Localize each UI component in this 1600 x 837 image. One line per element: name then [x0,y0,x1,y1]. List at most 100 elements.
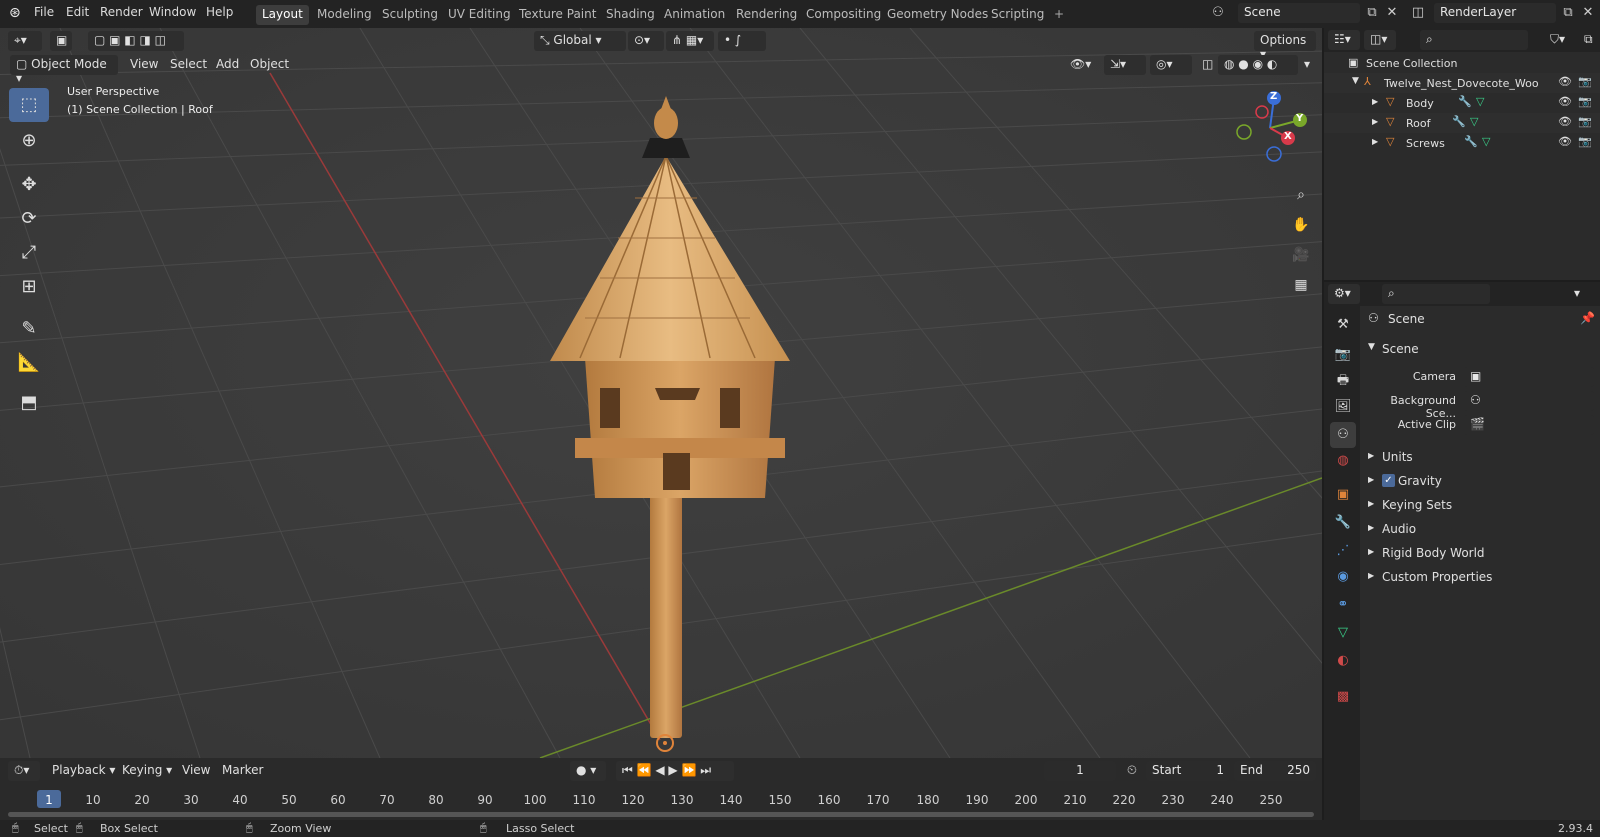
rotate-tool-icon[interactable]: ⟳ [9,202,49,236]
scene-panel-header[interactable]: ▼ Scene [1360,338,1598,360]
menu-window[interactable]: Window [149,5,196,19]
transform-tool-icon[interactable]: ⊞ [9,270,49,304]
constraints-tab-icon[interactable]: ⚭ [1330,592,1356,618]
tab-animation[interactable]: Animation [658,5,731,25]
world-tab-icon[interactable]: ◍ [1330,448,1356,474]
timeline-editor-icon[interactable]: ⏱▾ [8,761,40,781]
outliner-search-input[interactable]: ⌕ [1420,30,1528,50]
modifier-icon[interactable]: 🔧 [1452,115,1466,128]
mesh-data-icon[interactable]: ▽ [1476,95,1484,108]
active-clip-field[interactable]: 🎬 [1464,415,1594,435]
blender-logo-icon[interactable]: ⊛ [9,5,21,21]
outliner-row-screws[interactable]: ▶ ▽ Screws 🔧 ▽ 👁 📷 [1324,133,1600,153]
render-visibility-icon[interactable]: 📷 [1578,115,1592,128]
menu-file[interactable]: File [34,5,54,19]
properties-options-icon[interactable]: ▾ [1568,284,1586,304]
modifier-icon[interactable]: 🔧 [1464,135,1478,148]
snap-icon[interactable]: ⋔ ▦▾ [666,31,714,51]
tab-sculpting[interactable]: Sculpting [376,5,444,25]
menu-playback[interactable]: Playback ▾ [46,761,121,781]
tab-shading[interactable]: Shading [600,5,661,25]
annotate-tool-icon[interactable]: ✎ [9,312,49,346]
gizmo-toggle-icon[interactable]: ⇲▾ [1104,55,1146,75]
menu-keying[interactable]: Keying ▾ [116,761,178,781]
properties-editor-icon[interactable]: ⚙▾ [1328,284,1360,304]
output-tab-icon[interactable]: 🖶 [1330,368,1356,394]
delete-view-layer-icon[interactable]: ✕ [1578,3,1598,23]
render-visibility-icon[interactable]: 📷 [1578,135,1592,148]
scene-tab-icon[interactable]: ⚇ [1330,422,1356,448]
tab-rendering[interactable]: Rendering [730,5,803,25]
outliner-editor-icon[interactable]: ☷▾ [1328,30,1360,50]
current-frame-field[interactable]: 1 [1044,761,1116,781]
physics-tab-icon[interactable]: ◉ [1330,564,1356,590]
selection-mode-icons[interactable]: ▢ ▣ ◧ ◨ ◫ [88,31,184,51]
gravity-panel[interactable]: ▶ ✓ Gravity [1360,470,1598,492]
menu-select[interactable]: Select [164,55,213,75]
new-view-layer-icon[interactable]: ⧉ [1558,3,1578,23]
modifier-icon[interactable]: 🔧 [1458,95,1472,108]
outliner-row-scene-collection[interactable]: ▣ Scene Collection [1324,53,1600,73]
frame-ruler[interactable]: 1 10 20 30 40 50 60 70 80 90 100 110 120… [0,784,1322,810]
zoom-icon[interactable]: ⌕ [1288,182,1314,208]
keying-sets-panel[interactable]: ▶ Keying Sets [1360,494,1598,516]
tab-layout[interactable]: Layout [256,5,309,25]
expand-arrow-icon[interactable]: ▶ [1372,97,1378,106]
gravity-checkbox[interactable]: ✓ [1382,474,1395,487]
cursor-tool-icon[interactable]: ⊕ [9,124,49,158]
mesh-data-icon[interactable]: ▽ [1470,115,1478,128]
object-tab-icon[interactable]: ▣ [1330,482,1356,508]
display-mode-icon[interactable]: ◫▾ [1364,30,1396,50]
measure-tool-icon[interactable]: 📐 [9,346,49,380]
mesh-data-icon[interactable]: ▽ [1482,135,1490,148]
menu-object[interactable]: Object [244,55,295,75]
eye-visibility-icon[interactable]: 👁 [1558,135,1572,148]
scale-tool-icon[interactable]: ⤢ [9,236,49,270]
expand-arrow-icon[interactable]: ▶ [1372,137,1378,146]
add-cube-tool-icon[interactable]: ⬒ [9,386,49,420]
units-panel[interactable]: ▶ Units [1360,446,1598,468]
tab-modeling[interactable]: Modeling [311,5,378,25]
view-layer-tab-icon[interactable]: 🖼 [1330,394,1356,420]
menu-edit[interactable]: Edit [66,5,89,19]
add-workspace-icon[interactable]: + [1048,5,1070,25]
tool-tab-icon[interactable]: ⚒ [1330,312,1356,338]
tab-scripting[interactable]: Scripting [985,5,1050,25]
playback-controls[interactable]: ⏮ ⏪ ◀ ▶ ⏩ ⏭ [616,761,734,781]
expand-arrow-icon[interactable]: ▼ [1352,76,1359,86]
pin-icon[interactable]: 📌 [1580,311,1595,325]
select-box-tool-icon[interactable]: ⬚ [9,88,49,122]
eye-visibility-icon[interactable]: 👁 [1558,95,1572,108]
camera-view-icon[interactable]: 🎥 [1288,242,1314,268]
tab-compositing[interactable]: Compositing [800,5,887,25]
visibility-icon[interactable]: 👁▾ [1064,55,1097,75]
menu-view[interactable]: View [124,55,164,75]
pan-hand-icon[interactable]: ✋ [1288,212,1314,238]
tab-uv-editing[interactable]: UV Editing [442,5,517,25]
scene-name-field[interactable]: Scene [1238,3,1360,23]
pivot-point-icon[interactable]: ⊙▾ [628,31,664,51]
render-visibility-icon[interactable]: 📷 [1578,75,1592,88]
custom-properties-panel[interactable]: ▶ Custom Properties [1360,566,1598,588]
expand-arrow-icon[interactable]: ▶ [1372,117,1378,126]
render-visibility-icon[interactable]: 📷 [1578,95,1592,108]
tab-geometry-nodes[interactable]: Geometry Nodes [881,5,994,25]
modifier-tab-icon[interactable]: 🔧 [1330,510,1356,536]
background-scene-field[interactable]: ⚇ [1464,391,1594,411]
particles-tab-icon[interactable]: ⋰ [1330,538,1356,564]
filter-icon[interactable]: ⛉▾ [1544,30,1571,50]
eye-visibility-icon[interactable]: 👁 [1558,115,1572,128]
xray-icon[interactable]: ◫ [1196,55,1219,75]
menu-add[interactable]: Add [210,55,245,75]
eye-visibility-icon[interactable]: 👁 [1558,75,1572,88]
tab-texture-paint[interactable]: Texture Paint [513,5,602,25]
menu-marker[interactable]: Marker [216,761,269,781]
proportional-edit-icon[interactable]: • ∫ [718,31,766,51]
end-frame-field[interactable]: End 250 [1234,761,1316,781]
shading-modes-icons[interactable]: ◍ ● ◉ ◐ [1218,55,1298,75]
shading-options-icon[interactable]: ▾ [1298,55,1316,75]
new-collection-icon[interactable]: ⧉ [1578,30,1599,50]
audio-panel[interactable]: ▶ Audio [1360,518,1598,540]
view-layer-field[interactable]: RenderLayer [1434,3,1556,23]
3d-viewport[interactable]: ⌖▾ ▣ ▢ ▣ ◧ ◨ ◫ ⤡ Global ▾ ⊙▾ ⋔ ▦▾ • ∫ Op… [0,28,1322,758]
